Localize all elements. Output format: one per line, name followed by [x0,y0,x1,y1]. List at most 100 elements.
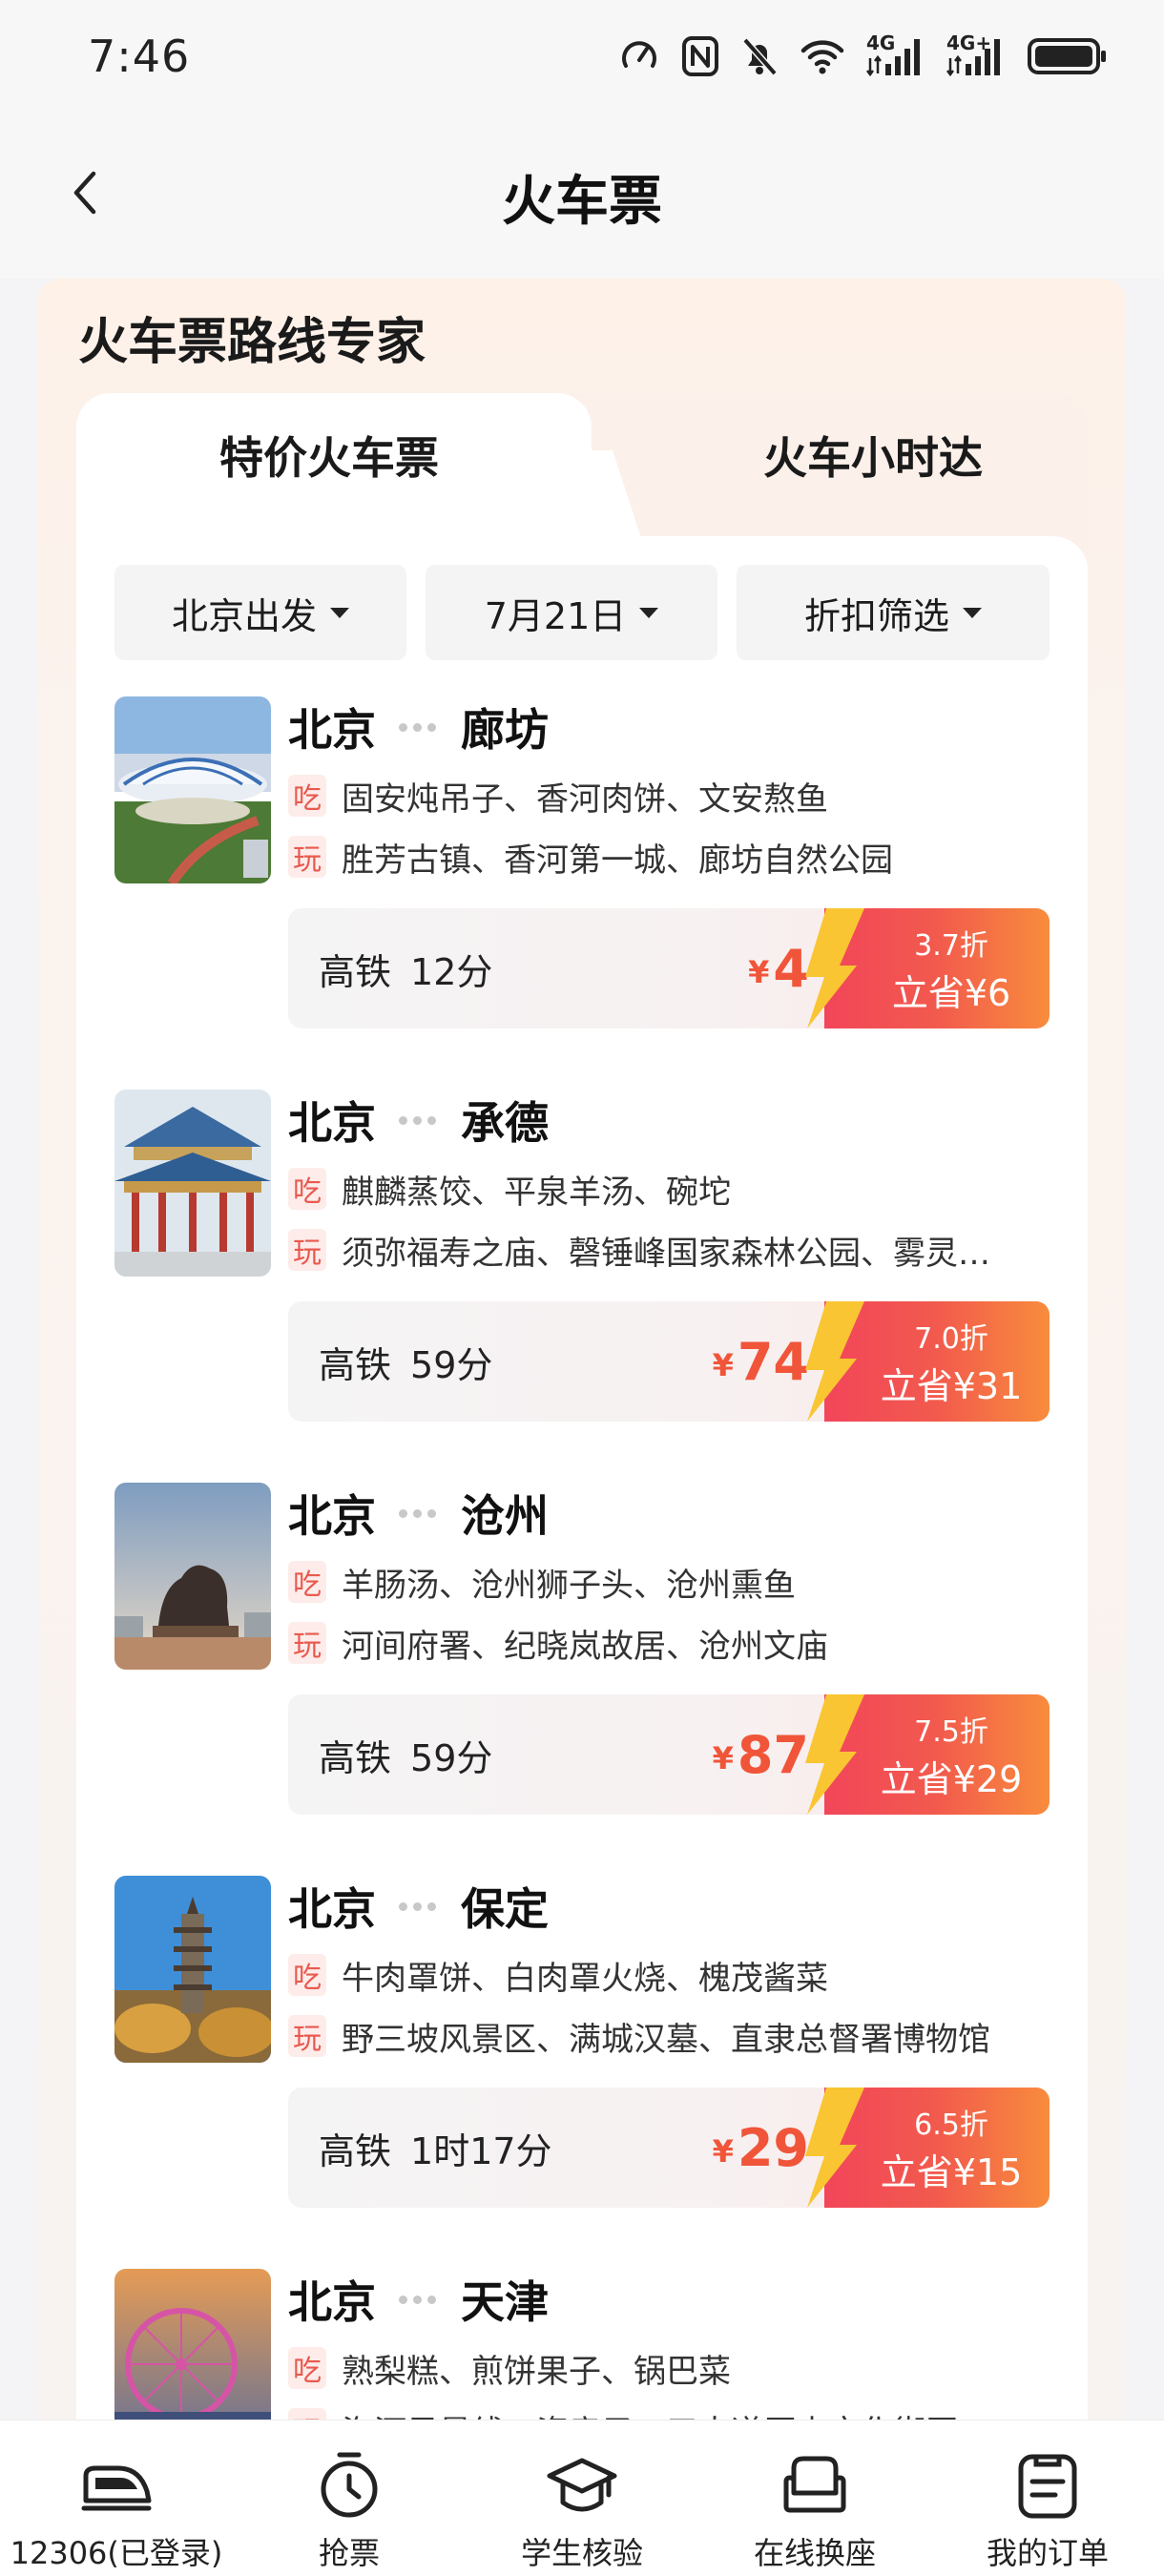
nav-label: 12306(已登录) [10,2535,223,2571]
route-item[interactable]: 北京 天津 吃 熟梨糕、煎饼果子、锅巴菜 玩 海河风景线、瓷房子、五大道历史文化… [76,2252,1088,2423]
route-photo [114,696,271,883]
route-to: 沧州 [461,1490,549,1542]
price: ¥ 87 [713,1694,809,1815]
train-info: 高铁 59分 [319,1301,492,1422]
route-item[interactable]: 北京 承德 吃 麒麟蒸饺、平泉羊汤、碗坨 玩 须弥福寿之庙、磬锤峰国家森林公园、… [76,1072,1088,1465]
discount-rate: 6.5折 [914,2109,988,2142]
price-bar[interactable]: 高铁 12分 ¥ 4 3.7折 立省¥6 [288,908,1050,1028]
food-text: 麒麟蒸饺、平泉羊汤、碗坨 [342,1173,731,1212]
route-dots-icon [399,722,436,732]
sight-text: 野三坡风景区、满城汉墓、直隶总督署博物馆 [342,2020,990,2059]
food-line: 吃 羊肠汤、沧州狮子头、沧州熏鱼 [288,1555,1032,1609]
food-line: 吃 麒麟蒸饺、平泉羊汤、碗坨 [288,1162,1032,1215]
status-time: 7:46 [88,31,191,82]
route-item[interactable]: 北京 沧州 吃 羊肠汤、沧州狮子头、沧州熏鱼 玩 河间府署、纪晓岚故居、沧州文庙… [76,1465,1088,1859]
route-item[interactable]: 北京 廊坊 吃 固安炖吊子、香河肉饼、文安熬鱼 玩 胜芳古镇、香河第一城、廊坊自… [76,679,1088,1072]
route-from: 北京 [288,704,376,756]
date-filter[interactable]: 7月21日 [426,565,717,660]
train-info: 高铁 59分 [319,1694,492,1815]
route-from: 北京 [288,1490,376,1542]
discount-filter[interactable]: 折扣筛选 [737,565,1050,660]
mute-icon [742,37,778,76]
route-dots-icon [399,1901,436,1911]
play-tag: 玩 [288,1622,326,1664]
currency-symbol: ¥ [712,2133,734,2170]
route-title: 北京 天津 [288,2269,549,2330]
nav-item-my-orders[interactable]: 我的订单 [931,2420,1164,2576]
nav-item-change-seat[interactable]: 在线换座 [698,2420,931,2576]
route-from: 北京 [288,1097,376,1149]
route-dots-icon [399,1115,436,1125]
status-bar: 7:46 4G 4G+ [0,0,1164,114]
nav-item-student-verify[interactable]: 学生核验 [466,2420,698,2576]
lightning-bolt-icon [805,1301,864,1422]
route-to: 保定 [461,1883,549,1935]
departure-filter[interactable]: 北京出发 [114,565,406,660]
route-photo [114,1090,271,1277]
eat-tag: 吃 [288,1954,326,1996]
nfc-icon [682,36,718,76]
route-photo [114,1876,271,2063]
play-tag: 玩 [288,836,326,878]
filter-bar: 北京出发 7月21日 折扣筛选 [76,565,1088,660]
train-info: 高铁 12分 [319,908,492,1028]
price-bar[interactable]: 高铁 59分 ¥ 87 7.5折 立省¥29 [288,1694,1050,1815]
price: ¥ 74 [713,1301,809,1422]
sight-text: 胜芳古镇、香河第一城、廊坊自然公园 [342,841,893,880]
lightning-bolt-icon [805,1694,864,1815]
seat-icon [783,2456,846,2513]
signal-icon [946,39,1000,77]
section-title: 火车票路线专家 [78,314,426,371]
eat-tag: 吃 [288,1168,326,1210]
train-info: 高铁 1时17分 [319,2088,552,2208]
route-dots-icon [399,2295,436,2304]
price-bar[interactable]: 高铁 1时17分 ¥ 29 6.5折 立省¥15 [288,2088,1050,2208]
caret-down-icon [639,607,659,618]
train-type: 高铁 [319,950,392,993]
tab-hourly-train[interactable]: 火车小时达 [763,424,983,487]
eat-tag: 吃 [288,775,326,817]
eat-tag: 吃 [288,1561,326,1603]
lightning-bolt-icon [805,2088,864,2208]
route-dots-icon [399,1508,436,1518]
page-title: 火车票 [502,171,662,233]
sight-line: 玩 须弥福寿之庙、磬锤峰国家森林公园、雾灵… [288,1223,1032,1277]
nav-label: 抢票 [318,2535,380,2571]
caret-down-icon [963,607,982,618]
route-photo [114,1483,271,1670]
sight-text: 须弥福寿之庙、磬锤峰国家森林公园、雾灵… [342,1234,990,1273]
tab-label[interactable]: 特价火车票 [219,424,439,487]
route-to: 天津 [461,2276,549,2328]
currency-symbol: ¥ [712,1740,734,1776]
price: ¥ 29 [713,2088,809,2208]
nav-item-12306[interactable]: 12306(已登录) [0,2420,233,2576]
price-bar[interactable]: 高铁 59分 ¥ 74 7.0折 立省¥31 [288,1301,1050,1422]
bottom-nav: 12306(已登录) 抢票 学生核验 在线换座 我的订单 [0,2420,1164,2576]
speed-icon [622,41,656,68]
sight-line: 玩 野三坡风景区、满城汉墓、直隶总督署博物馆 [288,2009,1032,2063]
filter-label: 北京出发 [171,594,317,637]
caret-down-icon [330,607,349,618]
train-duration: 1时17分 [410,2129,552,2172]
discount-rate: 7.0折 [914,1322,988,1356]
filter-label: 折扣筛选 [803,594,949,637]
filter-label: 7月21日 [484,594,627,637]
route-from: 北京 [288,1883,376,1935]
food-text: 牛肉罩饼、白肉罩火烧、槐茂酱菜 [342,1959,828,1998]
food-line: 吃 固安炖吊子、香河肉饼、文安熬鱼 [288,769,1032,822]
route-from: 北京 [288,2276,376,2328]
wifi-icon [800,40,844,74]
train-icon [81,2465,152,2511]
discount-save: 立省¥6 [891,972,1011,1014]
route-title: 北京 廊坊 [288,696,549,758]
nav-item-grab-ticket[interactable]: 抢票 [233,2420,466,2576]
play-tag: 玩 [288,1229,326,1271]
discount-save: 立省¥29 [880,1758,1023,1800]
signal-4g: 4G [866,31,925,77]
food-text: 熟梨糕、煎饼果子、锅巴菜 [342,2352,731,2391]
eat-tag: 吃 [288,2347,326,2389]
route-item[interactable]: 北京 保定 吃 牛肉罩饼、白肉罩火烧、槐茂酱菜 玩 野三坡风景区、满城汉墓、直隶… [76,1859,1088,2252]
train-type: 高铁 [319,2129,392,2172]
status-icons: 4G 4G+ [618,31,1107,80]
route-title: 北京 沧州 [288,1483,549,1544]
